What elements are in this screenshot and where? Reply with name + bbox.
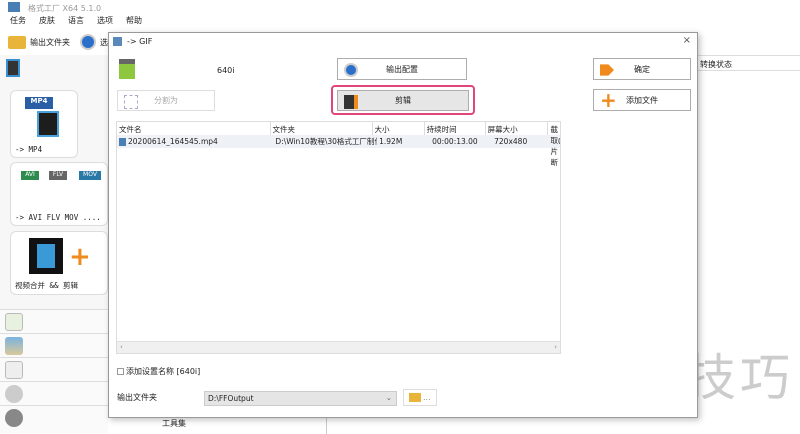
- arrow-right-icon: [600, 64, 614, 76]
- browse-label: ...: [423, 393, 431, 402]
- folder-icon: [409, 393, 421, 402]
- document-icon: [5, 361, 23, 379]
- col-size[interactable]: 大小: [373, 122, 425, 135]
- category-disc[interactable]: [0, 381, 108, 405]
- preset-name: 640i: [217, 66, 235, 75]
- table-header: 文件名 文件夹 大小 持续时间 屏幕大小 截取片断: [117, 122, 560, 167]
- table-row[interactable]: 20200614_164545.mp4 D:\Win10教程\30格式工厂制作.…: [117, 135, 560, 148]
- cell-folder: D:\Win10教程\30格式工厂制作...: [275, 137, 377, 146]
- horizontal-scrollbar[interactable]: ‹ ›: [117, 341, 560, 353]
- add-file-button[interactable]: + 添加文件: [593, 89, 691, 111]
- avi-badge: AVI: [21, 171, 39, 180]
- menu-language[interactable]: 语言: [68, 15, 84, 26]
- button-label: 输出配置: [386, 64, 418, 74]
- col-clip[interactable]: 截取片断: [548, 122, 560, 167]
- gif-dialog: -> GIF × 640i 输出配置 确定 分割为 剪辑 + 添加文件 文件名 文…: [108, 32, 698, 418]
- output-folder-combo[interactable]: D:\FFOutput ⌄: [204, 391, 397, 406]
- cell-resolution: 720x480: [494, 137, 528, 146]
- status-header: 转换状态: [698, 55, 800, 71]
- card-avi-flv-mov[interactable]: AVI FLV MOV -> AVI FLV MOV ....: [10, 162, 108, 226]
- flv-badge: FLV: [49, 171, 67, 180]
- app-icon: [8, 2, 20, 12]
- split-button[interactable]: 分割为: [117, 90, 215, 111]
- col-folder[interactable]: 文件夹: [271, 122, 373, 135]
- combo-value: D:\FFOutput: [208, 394, 254, 403]
- picture-icon: [5, 337, 23, 355]
- button-label: 添加文件: [626, 95, 658, 105]
- mov-badge: MOV: [79, 171, 101, 180]
- film-icon: [29, 238, 63, 274]
- card-label: -> MP4: [15, 145, 43, 154]
- tools-label: 工具集: [162, 419, 186, 428]
- film-edit-icon: [344, 95, 358, 109]
- col-duration[interactable]: 持续时间: [425, 122, 486, 135]
- menu-task[interactable]: 任务: [10, 15, 26, 26]
- card-merge-edit[interactable]: + 视频合并 && 剪辑: [10, 231, 108, 295]
- browse-folder-button[interactable]: ...: [403, 389, 437, 406]
- menu-options[interactable]: 选项: [97, 15, 113, 26]
- scroll-right-icon[interactable]: ›: [554, 343, 557, 351]
- left-panel: MP4 -> MP4 AVI FLV MOV -> AVI FLV MOV ..…: [0, 55, 108, 434]
- category-audio[interactable]: [0, 309, 108, 333]
- category-image[interactable]: [0, 333, 108, 357]
- cell-size: 1.92M: [379, 137, 403, 146]
- menu-skin[interactable]: 皮肤: [39, 15, 55, 26]
- button-label: 剪辑: [395, 96, 411, 105]
- edit-button[interactable]: 剪辑: [337, 90, 469, 111]
- category-document[interactable]: [0, 357, 108, 381]
- button-label: 分割为: [154, 96, 178, 105]
- chevron-down-icon[interactable]: ⌄: [386, 393, 392, 402]
- menu-bar: 任务 皮肤 语言 选项 帮助: [10, 15, 142, 26]
- file-table: 文件名 文件夹 大小 持续时间 屏幕大小 截取片断 20200614_16454…: [116, 121, 561, 354]
- gear-icon: [80, 34, 96, 50]
- card-mp4[interactable]: MP4 -> MP4: [10, 90, 78, 158]
- dialog-icon: [113, 37, 122, 46]
- checkbox[interactable]: [117, 368, 124, 375]
- disc-icon: [5, 385, 23, 403]
- divider: [326, 417, 327, 434]
- folder-icon: [8, 35, 26, 49]
- scroll-left-icon[interactable]: ‹: [120, 343, 123, 351]
- card-label: 视频合并 && 剪辑: [15, 281, 79, 290]
- card-label: -> AVI FLV MOV ....: [15, 213, 101, 222]
- cell-duration: 00:00:13.00: [432, 137, 478, 146]
- gear-icon: [344, 63, 358, 77]
- col-filename[interactable]: 文件名: [117, 122, 271, 135]
- add-setting-name-checkbox[interactable]: 添加设置名称 [640i]: [117, 366, 200, 377]
- output-config-button[interactable]: 输出配置: [337, 58, 467, 80]
- mp4-badge: MP4: [25, 97, 53, 109]
- music-icon: [5, 313, 23, 331]
- plus-icon: +: [600, 88, 617, 112]
- cell-filename: 20200614_164545.mp4: [128, 137, 218, 146]
- scissors-icon: [124, 95, 138, 109]
- button-label: 确定: [634, 64, 650, 74]
- checkbox-label: 添加设置名称 [640i]: [126, 367, 201, 376]
- app-title: 格式工厂 X64 5.1.0: [28, 4, 102, 13]
- category-tools[interactable]: [0, 405, 108, 434]
- plus-icon: +: [69, 242, 91, 272]
- col-resolution[interactable]: 屏幕大小: [486, 122, 549, 135]
- confirm-button[interactable]: 确定: [593, 58, 691, 80]
- close-icon[interactable]: ×: [683, 35, 691, 46]
- output-folder-label: 输出文件夹: [117, 393, 157, 402]
- toolbar: 输出文件夹 选项: [8, 34, 116, 50]
- output-folder-button[interactable]: 输出文件夹: [30, 37, 70, 48]
- menu-help[interactable]: 帮助: [126, 15, 142, 26]
- cell-clip: 00:00:00.00-00:00:30.00: [556, 137, 560, 146]
- film-reel-icon: [5, 409, 23, 427]
- gif-file-icon: [119, 59, 135, 79]
- video-icon: [6, 59, 20, 77]
- video-file-icon: [119, 137, 126, 146]
- dialog-title: -> GIF: [127, 37, 153, 46]
- film-icon: [37, 111, 59, 137]
